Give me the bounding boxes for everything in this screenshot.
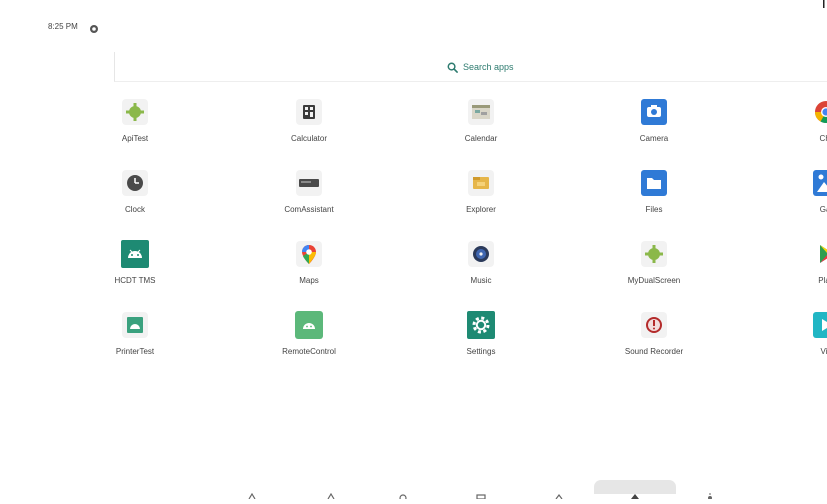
app-label: Camera: [639, 134, 669, 143]
screenshot-icon[interactable]: [554, 486, 564, 500]
app-calculator[interactable]: Calculator: [264, 97, 354, 157]
app-remotecontrol[interactable]: RemoteControl: [264, 310, 354, 370]
chrome-icon: [811, 97, 827, 127]
clock-icon: [120, 168, 150, 198]
app-label: Explorer: [466, 205, 496, 214]
back-icon[interactable]: [247, 486, 257, 500]
app-clock[interactable]: Clock: [90, 168, 180, 228]
printertest-icon: [120, 310, 150, 340]
app-label: Settings: [466, 347, 496, 356]
app-label: Maps: [299, 276, 319, 285]
app-grid: ApiTest Calculator Calendar Camera C Clo…: [0, 0, 827, 493]
calculator-icon: [294, 97, 324, 127]
app-label: Vic: [820, 347, 827, 356]
remotecontrol-icon: [294, 310, 324, 340]
music-icon: [466, 239, 496, 269]
app-label: Sound Recorder: [624, 347, 684, 356]
video-icon: [811, 310, 827, 340]
app-comassistant[interactable]: ComAssistant: [264, 168, 354, 228]
explorer-icon: [466, 168, 496, 198]
app-label: Play: [818, 276, 827, 285]
recents-icon[interactable]: [476, 486, 486, 500]
comassistant-icon: [294, 168, 324, 198]
sound-recorder-icon: [639, 310, 669, 340]
app-label: Gal: [819, 205, 827, 214]
app-video[interactable]: Vic: [781, 310, 827, 370]
files-icon: [639, 168, 669, 198]
app-maps[interactable]: Maps: [264, 239, 354, 299]
app-gallery[interactable]: Gal: [781, 168, 827, 228]
apitest-icon: [120, 97, 150, 127]
app-mydualscreen[interactable]: MyDualScreen: [609, 239, 699, 299]
app-play-store[interactable]: Play: [781, 239, 827, 299]
volume-up-icon[interactable]: [398, 486, 408, 502]
camera-icon: [639, 97, 669, 127]
home-icon[interactable]: [630, 486, 640, 499]
settings-gear-icon: [466, 310, 496, 340]
app-hcdt-tms[interactable]: HCDT TMS: [90, 239, 180, 299]
app-settings[interactable]: Settings: [436, 310, 526, 370]
volume-down-icon[interactable]: [326, 486, 336, 500]
mydualscreen-icon: [639, 239, 669, 269]
app-label: Calculator: [290, 134, 327, 143]
app-files[interactable]: Files: [609, 168, 699, 228]
app-label: HCDT TMS: [114, 276, 156, 285]
calendar-icon: [466, 97, 496, 127]
app-explorer[interactable]: Explorer: [436, 168, 526, 228]
gallery-icon: [811, 168, 827, 198]
navigation-bar: [0, 478, 827, 502]
app-label: RemoteControl: [282, 347, 336, 356]
app-sound-recorder[interactable]: Sound Recorder: [609, 310, 699, 370]
app-label: ApiTest: [121, 134, 149, 143]
app-apitest[interactable]: ApiTest: [90, 97, 180, 157]
play-store-icon: [811, 239, 827, 269]
app-label: Chr: [819, 134, 827, 143]
app-printertest[interactable]: PrinterTest: [90, 310, 180, 370]
app-chrome[interactable]: Chr: [781, 97, 827, 157]
brightness-icon[interactable]: [705, 486, 715, 500]
app-music[interactable]: Music: [436, 239, 526, 299]
hcdt-tms-icon: [120, 239, 150, 269]
maps-icon: [294, 239, 324, 269]
app-label: PrinterTest: [115, 347, 155, 356]
app-label: Calendar: [464, 134, 498, 143]
app-label: MyDualScreen: [627, 276, 681, 285]
app-camera[interactable]: Camera: [609, 97, 699, 157]
app-calendar[interactable]: Calendar: [436, 97, 526, 157]
app-label: Music: [470, 276, 492, 285]
app-label: ComAssistant: [284, 205, 334, 214]
app-label: Files: [645, 205, 663, 214]
app-label: Clock: [124, 205, 145, 214]
